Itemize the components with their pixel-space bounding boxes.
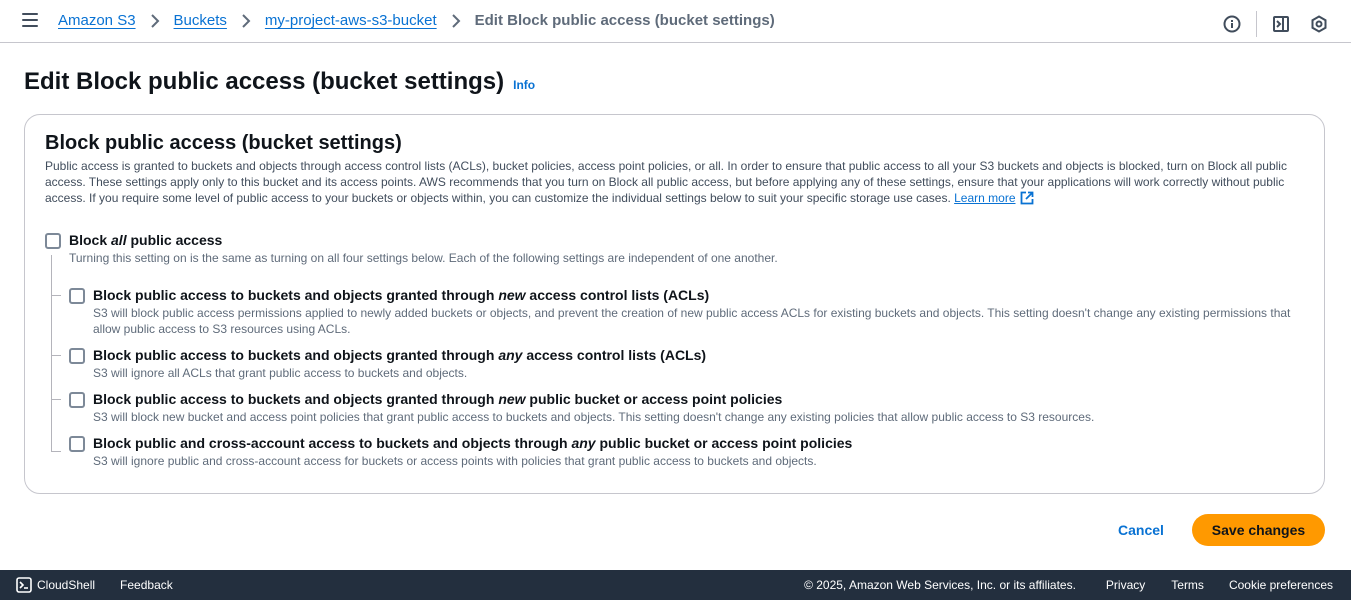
breadcrumb: Amazon S3 Buckets my-project-aws-s3-buck… (58, 12, 775, 29)
block-public-access-panel: Block public access (bucket settings) Pu… (24, 114, 1325, 494)
label-text: Block (69, 232, 112, 248)
block-new-acls-label: Block public access to buckets and objec… (93, 287, 709, 303)
top-icons (1222, 11, 1329, 37)
block-any-policies-description: S3 will ignore public and cross-account … (93, 454, 817, 468)
block-new-policies-label: Block public access to buckets and objec… (93, 391, 782, 407)
feedback-link[interactable]: Feedback (120, 578, 173, 592)
menu-icon[interactable] (22, 13, 40, 29)
tree-line-branch (51, 295, 61, 296)
section-description: Public access is granted to buckets and … (45, 158, 1295, 209)
block-any-acls-label: Block public access to buckets and objec… (93, 347, 706, 363)
label-text: public access (126, 232, 223, 248)
section-title: Block public access (bucket settings) (45, 132, 402, 154)
chevron-right-icon (150, 13, 160, 28)
copyright-text: © 2025, Amazon Web Services, Inc. or its… (804, 578, 1076, 592)
block-new-policies-checkbox[interactable] (69, 392, 85, 408)
breadcrumb-current-page: Edit Block public access (bucket setting… (474, 12, 775, 29)
label-text: Block public access to buckets and objec… (93, 391, 499, 407)
terms-link[interactable]: Terms (1171, 578, 1204, 592)
label-emphasis: all (111, 232, 127, 248)
label-text: public bucket or access point policies (595, 435, 853, 451)
breadcrumb-bucket-name[interactable]: my-project-aws-s3-bucket (265, 12, 437, 29)
block-any-acls-description: S3 will ignore all ACLs that grant publi… (93, 366, 468, 380)
cloudshell-button[interactable]: CloudShell (16, 577, 95, 593)
label-text: Block public and cross-account access to… (93, 435, 572, 451)
label-text: Block public access to buckets and objec… (93, 347, 499, 363)
block-all-label: Block all public access (69, 232, 222, 248)
external-link-icon[interactable] (1020, 191, 1034, 209)
block-all-checkbox[interactable] (45, 233, 61, 249)
cookie-preferences-link[interactable]: Cookie preferences (1229, 578, 1333, 592)
exit-panel-icon[interactable] (1271, 14, 1291, 34)
label-text: public bucket or access point policies (525, 391, 783, 407)
label-emphasis: new (498, 391, 526, 407)
label-text: access control lists (ACLs) (525, 287, 710, 303)
tree-line-branch (51, 399, 61, 400)
page-title-text: Edit Block public access (bucket setting… (24, 68, 505, 95)
tree-line-branch (51, 451, 61, 452)
footer-left: CloudShell Feedback (16, 570, 173, 600)
page-title: Edit Block public access (bucket setting… (24, 68, 535, 96)
cancel-button[interactable]: Cancel (1106, 514, 1176, 546)
section-description-text: Public access is granted to buckets and … (45, 159, 1287, 205)
block-any-acls-checkbox[interactable] (69, 348, 85, 364)
block-new-acls-checkbox[interactable] (69, 288, 85, 304)
label-emphasis: any (498, 347, 523, 363)
block-new-policies-description: S3 will block new bucket and access poin… (93, 410, 1095, 424)
tree-line-branch (51, 355, 61, 356)
footer: CloudShell Feedback © 2025, Amazon Web S… (0, 570, 1351, 600)
tree-line-vertical (51, 255, 52, 451)
cloudshell-label: CloudShell (37, 578, 96, 592)
footer-right: © 2025, Amazon Web Services, Inc. or its… (804, 570, 1333, 600)
breadcrumb-amazon-s3[interactable]: Amazon S3 (58, 12, 136, 29)
info-circle-icon[interactable] (1222, 14, 1242, 34)
block-any-policies-label: Block public and cross-account access to… (93, 435, 852, 451)
block-any-policies-checkbox[interactable] (69, 436, 85, 452)
privacy-link[interactable]: Privacy (1106, 578, 1145, 592)
label-emphasis: any (571, 435, 596, 451)
label-text: Block public access to buckets and objec… (93, 287, 499, 303)
block-new-acls-description: S3 will block public access permissions … (93, 306, 1291, 336)
divider (1256, 11, 1257, 37)
cloudshell-icon (16, 577, 32, 593)
block-all-description: Turning this setting on is the same as t… (69, 251, 778, 265)
save-changes-button[interactable]: Save changes (1192, 514, 1325, 546)
label-emphasis: new (498, 287, 526, 303)
breadcrumb-buckets[interactable]: Buckets (174, 12, 227, 29)
top-navigation-bar: Amazon S3 Buckets my-project-aws-s3-buck… (0, 0, 1351, 43)
learn-more-link[interactable]: Learn more (954, 191, 1015, 205)
label-text: access control lists (ACLs) (522, 347, 707, 363)
chevron-right-icon (241, 13, 251, 28)
chevron-right-icon (451, 13, 461, 28)
info-link[interactable]: Info (513, 78, 535, 92)
settings-hex-icon[interactable] (1309, 14, 1329, 34)
